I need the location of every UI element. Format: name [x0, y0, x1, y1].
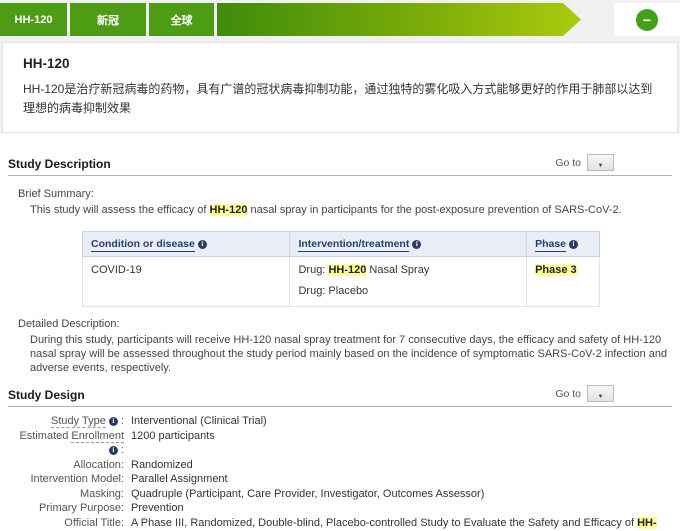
chevron-down-icon: ▼ [598, 394, 604, 400]
field-label: Masking: [8, 487, 124, 502]
table-header-row: Condition or diseasei Intervention/treat… [83, 232, 600, 257]
field-official-title: Official Title: A Phase III, Randomized,… [8, 516, 672, 531]
study-type-help-link[interactable]: Study Type [51, 415, 106, 428]
info-icon[interactable]: i [198, 240, 207, 249]
study-design-header: Study Design Go to ▼ [8, 385, 672, 407]
goto-dropdown[interactable]: ▼ [587, 385, 614, 402]
label-colon: : [118, 415, 124, 427]
drug-card-description: HH-120是治疗新冠病毒的药物，具有广谱的冠状病毒抑制功能，通过独特的雾化吸入… [23, 80, 657, 118]
field-label: Allocation: [8, 458, 124, 473]
intervention-line-2: Drug: Placebo [298, 285, 518, 297]
goto-control: Go to ▼ [555, 154, 672, 171]
field-enrollment: Estimated Enrollment i : 1200 participant… [8, 429, 672, 458]
col-header-phase: Phasei [527, 232, 600, 257]
field-allocation: Allocation: Randomized [8, 458, 672, 473]
detailed-description-label: Detailed Description: [18, 318, 672, 330]
col-header-intervention: Intervention/treatmenti [290, 232, 527, 257]
drug-card-title: HH-120 [23, 56, 657, 71]
breadcrumb-item-global[interactable]: 全球 [149, 3, 214, 36]
info-icon[interactable]: i [569, 240, 578, 249]
phase-header-link[interactable]: Phase [535, 238, 566, 252]
label-prefix: Estimated [19, 430, 71, 442]
field-value: Randomized [131, 458, 193, 473]
breadcrumb-item-hh120[interactable]: HH-120 [0, 3, 67, 36]
field-label: Intervention Model: [8, 472, 124, 487]
intervention-header-link[interactable]: Intervention/treatment [298, 238, 409, 252]
condition-header-link[interactable]: Condition or disease [91, 238, 195, 252]
brief-summary-post: nasal spray in participants for the post… [247, 204, 621, 216]
enrollment-help-link[interactable]: Enrollment [71, 430, 124, 443]
detailed-description-text: During this study, participants will rec… [30, 333, 672, 375]
intervention-cell: Drug: HH-120 Nasal Spray Drug: Placebo [290, 257, 527, 307]
field-value: Interventional (Clinical Trial) [131, 414, 267, 429]
conditions-table: Condition or diseasei Intervention/treat… [82, 231, 600, 307]
field-primary-purpose: Primary Purpose: Prevention [8, 501, 672, 516]
field-masking: Masking: Quadruple (Participant, Care Pr… [8, 487, 672, 502]
minus-icon: − [643, 12, 651, 28]
drug-summary-card: HH-120 HH-120是治疗新冠病毒的药物，具有广谱的冠状病毒抑制功能，通过… [2, 42, 678, 133]
goto-label: Go to [555, 157, 581, 169]
field-intervention-model: Intervention Model: Parallel Assignment [8, 472, 672, 487]
intervention-line-1: Drug: HH-120 Nasal Spray [298, 264, 518, 276]
field-label: Primary Purpose: [8, 501, 124, 516]
breadcrumb-item-covid[interactable]: 新冠 [70, 3, 146, 36]
highlighted-term: HH-120 [210, 204, 248, 216]
highlighted-term: HH-120 [328, 264, 366, 276]
breadcrumb-arrow [217, 3, 581, 36]
goto-dropdown[interactable]: ▼ [587, 154, 614, 171]
field-value: A Phase III, Randomized, Double-blind, P… [131, 516, 672, 531]
collapse-button-box: − [614, 3, 680, 36]
section-title-study-design: Study Design [8, 388, 85, 402]
section-title-study-description: Study Description [8, 157, 111, 171]
goto-label: Go to [555, 388, 581, 400]
field-value: Quadruple (Participant, Care Provider, I… [131, 487, 484, 502]
info-icon[interactable]: i [109, 446, 118, 455]
field-value: Prevention [131, 501, 184, 516]
study-description-header: Study Description Go to ▼ [8, 154, 672, 176]
brief-summary-text: This study will assess the efficacy of H… [30, 203, 672, 217]
collapse-button[interactable]: − [636, 9, 658, 31]
col-header-condition: Condition or diseasei [83, 232, 290, 257]
phase-badge: Phase 3 [535, 264, 577, 276]
goto-control: Go to ▼ [555, 385, 672, 402]
intervention-post: Nasal Spray [366, 264, 429, 276]
header-zone: HH-120 新冠 全球 − HH-120 HH-120是治疗新冠病毒的药物，具… [0, 0, 680, 133]
field-study-type: Study Typei : Interventional (Clinical T… [8, 414, 672, 429]
field-label: Official Title: [8, 516, 124, 531]
chevron-down-icon: ▼ [598, 163, 604, 169]
field-label: Study Typei : [8, 414, 124, 429]
field-value: Parallel Assignment [131, 472, 228, 487]
intervention-pre: Drug: [298, 264, 328, 276]
brief-summary-pre: This study will assess the efficacy of [30, 204, 210, 216]
table-row: COVID-19 Drug: HH-120 Nasal Spray Drug: … [83, 257, 600, 307]
study-design-fields: Study Typei : Interventional (Clinical T… [8, 414, 672, 531]
brief-summary-label: Brief Summary: [18, 188, 672, 200]
breadcrumb-bar: HH-120 新冠 全球 − [0, 3, 680, 36]
main-content: Study Description Go to ▼ Brief Summary:… [0, 139, 680, 531]
official-title-pre: A Phase III, Randomized, Double-blind, P… [131, 517, 637, 529]
phase-cell: Phase 3 [527, 257, 600, 307]
info-icon[interactable]: i [412, 240, 421, 249]
info-icon[interactable]: i [109, 417, 118, 426]
field-value: 1200 participants [131, 429, 215, 458]
label-colon: : [118, 444, 124, 456]
field-label: Estimated Enrollment i : [8, 429, 124, 458]
condition-cell: COVID-19 [83, 257, 290, 307]
